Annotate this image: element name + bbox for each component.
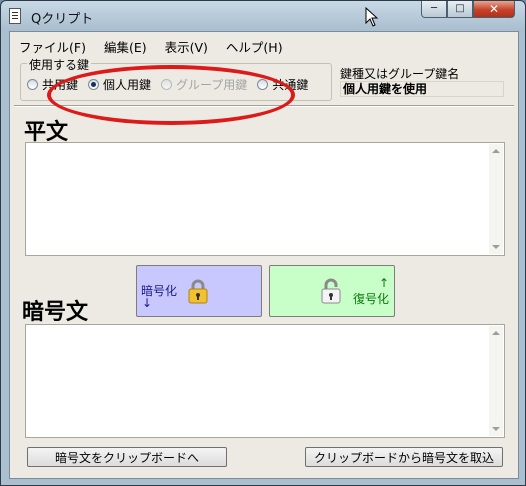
- plaintext-scrollbar[interactable]: [489, 144, 503, 254]
- app-window: Qクリプト ─ □ ✕ ファイル(F) 編集(E) 表示(V) ヘルプ(H) 使…: [0, 0, 526, 486]
- decrypt-label: 復号化: [353, 292, 390, 306]
- menu-bar: ファイル(F) 編集(E) 表示(V) ヘルプ(H): [10, 34, 518, 56]
- lock-open-icon: [321, 278, 341, 304]
- down-arrow-icon: ↓: [142, 296, 153, 310]
- ciphertext-textarea[interactable]: [25, 324, 505, 438]
- key-type-label: 鍵種又はグループ鍵名: [340, 67, 460, 81]
- ciphertext-scrollbar[interactable]: [489, 326, 503, 436]
- scroll-up-icon[interactable]: [492, 149, 500, 153]
- scroll-up-icon[interactable]: [492, 331, 500, 335]
- plaintext-textarea[interactable]: [25, 142, 505, 256]
- import-from-clipboard-button[interactable]: クリップボードから暗号文を取込: [305, 447, 503, 467]
- minimize-icon: ─: [430, 3, 438, 14]
- maximize-icon: □: [455, 3, 465, 14]
- radio-shared-key[interactable]: [27, 79, 38, 90]
- menu-view[interactable]: 表示(V): [156, 34, 217, 56]
- close-button[interactable]: ✕: [473, 1, 515, 18]
- up-arrow-icon: ↑: [379, 276, 390, 290]
- annotation-ellipse: [47, 65, 295, 125]
- ciphertext-heading: 暗号文: [22, 300, 89, 325]
- scroll-down-icon[interactable]: [492, 245, 500, 249]
- close-icon: ✕: [488, 2, 500, 16]
- key-selection-legend: 使用する鍵: [27, 56, 92, 73]
- caption-buttons: ─ □ ✕: [421, 1, 515, 19]
- copy-to-clipboard-button[interactable]: 暗号文をクリップボードへ: [27, 447, 227, 467]
- app-document-icon[interactable]: [9, 8, 21, 24]
- menu-file[interactable]: ファイル(F): [10, 34, 95, 56]
- scroll-down-icon[interactable]: [492, 427, 500, 431]
- mouse-cursor-icon: [365, 7, 379, 27]
- key-type-value: 個人用鍵を使用: [340, 81, 504, 97]
- encrypt-button[interactable]: 暗号化 ↓: [136, 265, 262, 317]
- title-bar[interactable]: Qクリプト ─ □ ✕: [1, 1, 525, 31]
- menu-help[interactable]: ヘルプ(H): [217, 34, 292, 56]
- decrypt-button[interactable]: 復号化 ↑: [269, 265, 395, 317]
- lock-closed-icon: [188, 279, 208, 304]
- window-title: Qクリプト: [31, 12, 94, 27]
- menu-edit[interactable]: 編集(E): [95, 34, 156, 56]
- maximize-button[interactable]: □: [447, 1, 473, 18]
- minimize-button[interactable]: ─: [421, 1, 447, 18]
